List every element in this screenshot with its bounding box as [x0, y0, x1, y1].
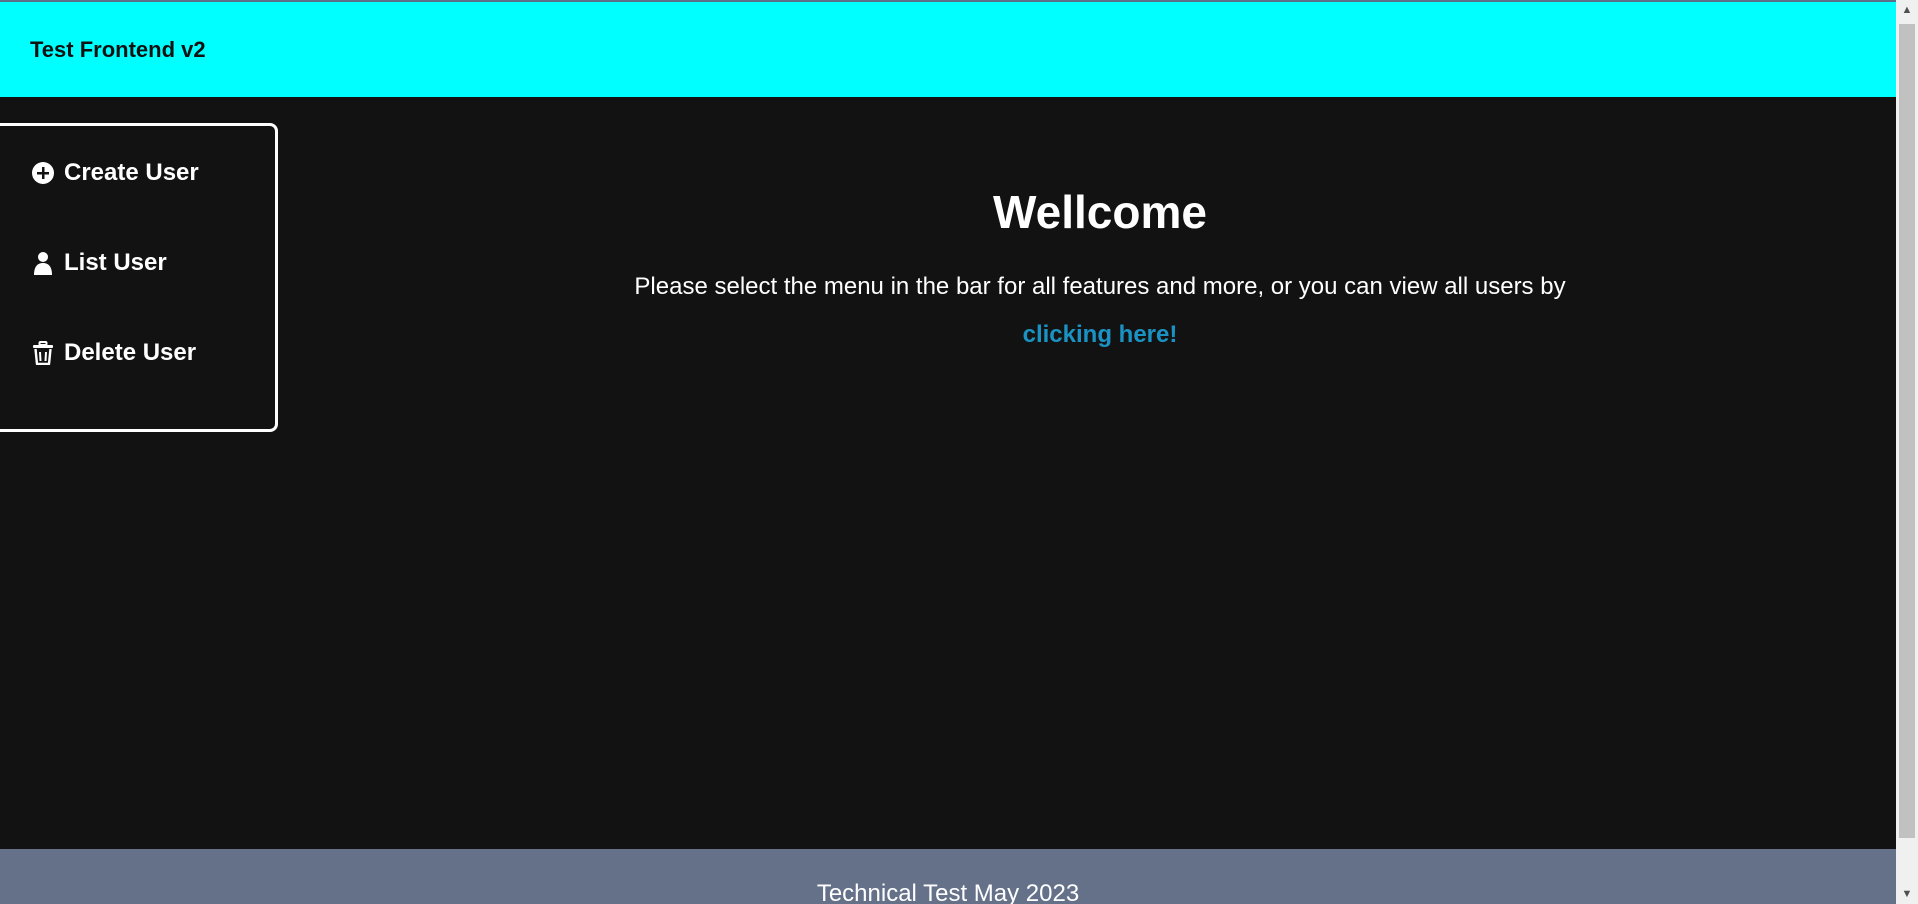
- sidebar-item-label: Create User: [64, 159, 199, 186]
- welcome-heading: Wellcome: [993, 186, 1207, 238]
- plus-circle-icon: [32, 162, 54, 184]
- sidebar-item-label: Delete User: [64, 339, 197, 366]
- scroll-down-arrow-icon[interactable]: ▼: [1896, 884, 1918, 904]
- trash-icon: [33, 341, 53, 365]
- top-navbar: Test Frontend v2: [0, 2, 1896, 97]
- sidebar-item-list-user[interactable]: List User: [31, 249, 167, 277]
- user-icon: [34, 252, 52, 275]
- vertical-scrollbar[interactable]: ▲ ▼: [1896, 0, 1918, 904]
- footer-text: Technical Test May 2023: [816, 880, 1080, 904]
- app-title[interactable]: Test Frontend v2: [30, 37, 206, 63]
- main-area: Create User List User Delete User Wellco…: [0, 97, 1896, 849]
- view-users-link[interactable]: clicking here!: [300, 321, 1900, 350]
- app-window: Test Frontend v2 Create User List User D…: [0, 0, 1918, 904]
- sidebar-item-create-user[interactable]: Create User: [31, 159, 199, 187]
- sidebar-item-label: List User: [64, 249, 167, 276]
- sidebar-menu: Create User List User Delete User: [0, 123, 278, 432]
- scroll-up-arrow-icon[interactable]: ▲: [1896, 0, 1918, 20]
- footer: Technical Test May 2023: [0, 849, 1896, 904]
- scrollbar-thumb[interactable]: [1899, 24, 1915, 838]
- welcome-description: Please select the menu in the bar for al…: [634, 273, 1566, 300]
- sidebar-item-delete-user[interactable]: Delete User: [31, 339, 196, 367]
